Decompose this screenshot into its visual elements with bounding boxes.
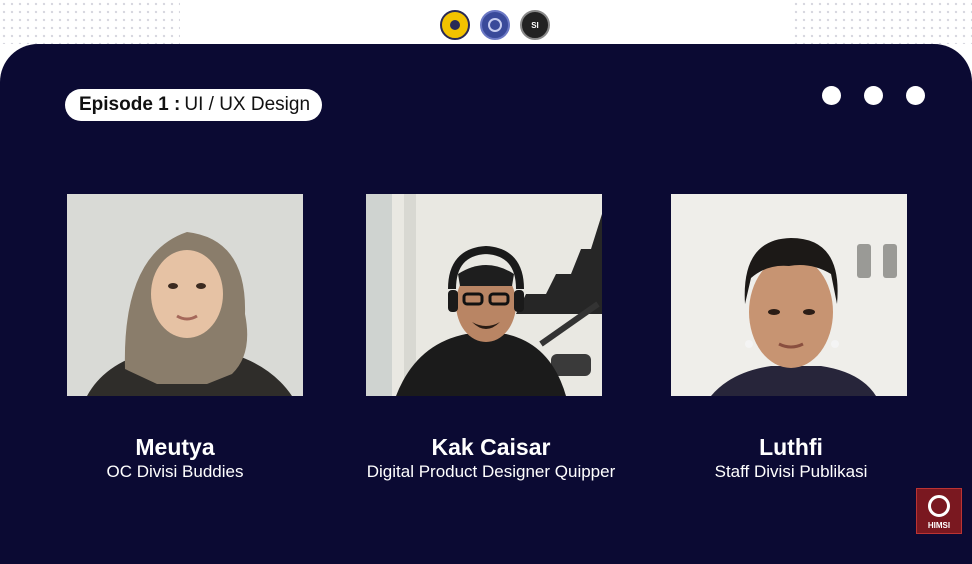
dot-icon bbox=[822, 86, 841, 105]
participant-name: Kak Caisar bbox=[431, 434, 551, 460]
video-tile-meutya bbox=[67, 194, 303, 396]
decor-dots-left bbox=[0, 0, 180, 44]
participant-video bbox=[366, 194, 602, 396]
episode-badge: Episode 1 : UI / UX Design bbox=[65, 89, 323, 121]
header-logos: SI bbox=[440, 9, 550, 41]
dot-icon bbox=[864, 86, 883, 105]
episode-topic: UI / UX Design bbox=[184, 94, 311, 115]
participant-video bbox=[671, 194, 907, 396]
episode-label: Episode 1 : bbox=[79, 94, 181, 115]
watermark-text: HIMSI bbox=[927, 521, 951, 530]
himsi-logo-icon: SI bbox=[520, 10, 550, 40]
participant-name: Meutya bbox=[135, 434, 215, 460]
logo-ring bbox=[928, 495, 950, 517]
himsi-corner-logo-icon: HIMSI bbox=[916, 488, 962, 534]
video-tile-luthfi bbox=[671, 194, 907, 396]
participant-video bbox=[67, 194, 303, 396]
himsi-logo-text: SI bbox=[531, 20, 539, 30]
window-dots bbox=[822, 86, 925, 105]
participant-role: OC Divisi Buddies bbox=[106, 462, 244, 481]
dot-icon bbox=[906, 86, 925, 105]
decor-dots-right bbox=[792, 0, 972, 44]
participant-name: Luthfi bbox=[759, 434, 823, 460]
faculty-emblem-icon bbox=[480, 10, 510, 40]
video-tile-kak-caisar bbox=[366, 194, 602, 396]
participant-role: Digital Product Designer Quipper bbox=[366, 462, 616, 481]
university-emblem-icon bbox=[440, 10, 470, 40]
participant-role: Staff Divisi Publikasi bbox=[714, 462, 868, 481]
